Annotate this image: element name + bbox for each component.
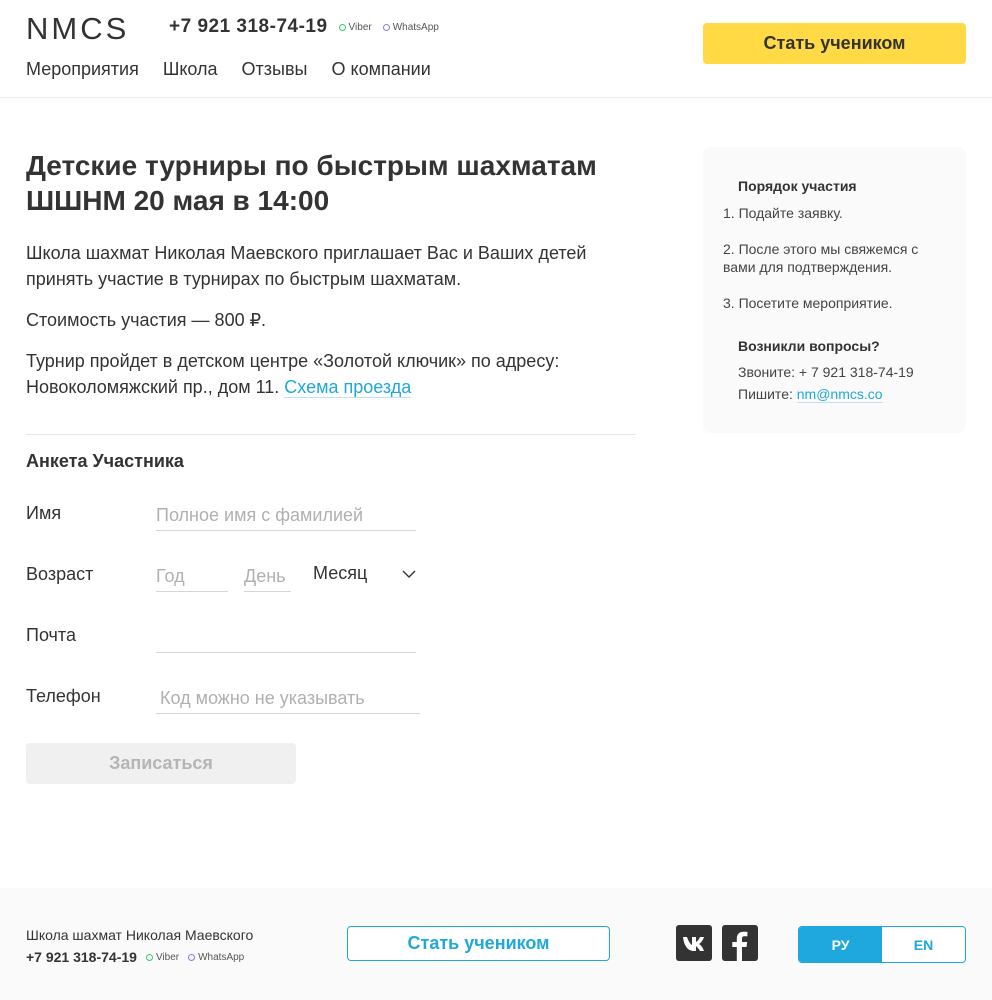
step-3: 3. Посетите мероприятие.: [723, 295, 893, 311]
become-student-button[interactable]: Стать учеником: [703, 23, 966, 64]
vk-icon[interactable]: [676, 925, 712, 961]
facebook-icon[interactable]: [722, 925, 758, 961]
footer-phone[interactable]: +7 921 318-74-19: [26, 949, 137, 965]
footer-whatsapp-label: WhatsApp: [198, 951, 245, 963]
step-1: 1. Подайте заявку.: [723, 205, 843, 221]
footer-whatsapp-link[interactable]: WhatsApp: [188, 952, 244, 963]
footer-contacts: +7 921 318-74-19 Viber WhatsApp: [26, 949, 244, 965]
lang-en-option[interactable]: EN: [882, 927, 965, 962]
year-input[interactable]: [156, 563, 228, 592]
event-intro: Школа шахмат Николая Маевского приглашае…: [26, 243, 587, 289]
footer-viber-link[interactable]: Viber: [145, 951, 180, 963]
header-phone[interactable]: +7 921 318-74-19: [169, 16, 328, 38]
phone-label: Телефон: [26, 686, 101, 706]
whatsapp-link[interactable]: WhatsApp: [382, 21, 439, 33]
call-text: Звоните: + 7 921 318-74-19: [738, 364, 914, 380]
site-footer: Школа шахмат Николая Маевского +7 921 31…: [0, 888, 992, 1000]
viber-link[interactable]: Viber: [338, 21, 372, 33]
participation-sidebar: Порядок участия 1. Подайте заявку. 2. По…: [703, 147, 966, 433]
viber-dot-icon: [145, 953, 153, 961]
language-switcher: РУ EN: [798, 926, 966, 963]
nav-item-about[interactable]: О компании: [331, 59, 430, 80]
footer-school-name: Школа шахмат Николая Маевского: [26, 927, 254, 943]
submit-button[interactable]: Записаться: [26, 743, 296, 784]
whatsapp-dot-icon: [188, 953, 196, 961]
page-title: Детские турниры по быстрым шахматам ШШНМ…: [26, 150, 597, 216]
whatsapp-dot-icon: [382, 23, 390, 31]
phone-input[interactable]: [156, 685, 420, 714]
month-select[interactable]: Месяц: [313, 563, 416, 591]
month-value: Месяц: [313, 563, 368, 583]
nav-item-events[interactable]: Мероприятия: [26, 59, 139, 80]
questions-title: Возникли вопросы?: [738, 338, 880, 354]
name-label: Имя: [26, 503, 62, 523]
site-header: NMCS +7 921 318-74-19 Viber WhatsApp Мер…: [0, 0, 992, 98]
nav-item-reviews[interactable]: Отзывы: [242, 59, 308, 80]
write-line: Пишите: nm@nmcs.co: [738, 386, 883, 403]
divider: [26, 434, 636, 435]
logo[interactable]: NMCS: [26, 12, 129, 46]
email-input[interactable]: [156, 624, 416, 653]
viber-dot-icon: [338, 23, 346, 31]
email-link[interactable]: nm@nmcs.co: [796, 386, 883, 403]
footer-viber-label: Viber: [155, 951, 180, 963]
event-price: Стоимость участия — 800 ₽.: [26, 310, 267, 330]
name-input[interactable]: [156, 502, 416, 531]
lang-ru-option[interactable]: РУ: [799, 927, 882, 962]
form-title: Анкета Участника: [26, 451, 184, 471]
event-venue: Турнир пройдет в детском центре «Золотой…: [26, 348, 636, 400]
chevron-down-icon: [402, 570, 416, 578]
whatsapp-label: WhatsApp: [392, 21, 439, 33]
header-contacts: +7 921 318-74-19 Viber WhatsApp: [169, 16, 439, 38]
nav-item-school[interactable]: Школа: [163, 59, 218, 80]
age-label: Возраст: [26, 564, 94, 584]
step-2: 2. После этого мы свяжемся с вами для по…: [723, 241, 919, 275]
viber-label: Viber: [348, 21, 372, 33]
main-nav: Мероприятия Школа Отзывы О компании: [26, 59, 455, 80]
write-prefix: Пишите:: [738, 386, 793, 402]
map-link[interactable]: Схема проезда: [284, 377, 412, 398]
footer-become-student-button[interactable]: Стать учеником: [347, 926, 610, 961]
order-title: Порядок участия: [738, 178, 857, 194]
email-label: Почта: [26, 625, 76, 645]
day-input[interactable]: [244, 563, 291, 592]
